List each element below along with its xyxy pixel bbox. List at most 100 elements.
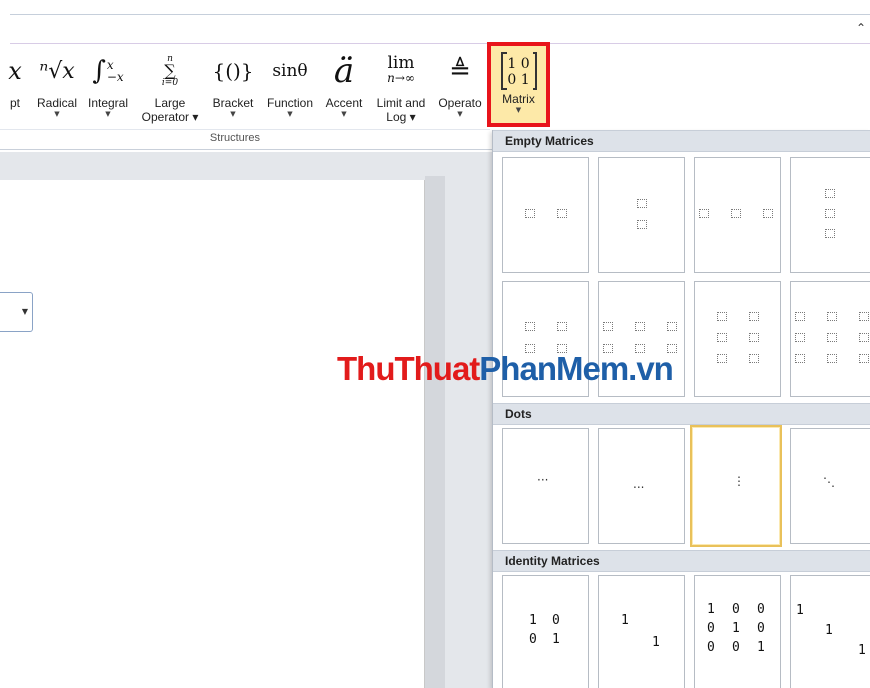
placeholder (749, 333, 759, 342)
placeholder (749, 354, 759, 363)
matrix-icon: 1 0 0 1 (500, 52, 537, 90)
operator-icon: ≜ (449, 56, 471, 86)
placeholder (637, 220, 647, 229)
watermark-part-1: ThuThuat (337, 350, 480, 387)
accent-icon: ä (333, 51, 355, 91)
integral-label: Integral (87, 96, 129, 110)
accent-label: Accent (325, 96, 363, 110)
matrix-entry: 0 (552, 613, 560, 628)
sum-icon: n ∑ i=0 (162, 46, 178, 96)
sum-lower-limit: i=0 (161, 78, 179, 88)
operator-label: Operato (438, 96, 482, 110)
matrix-entry: 1 (707, 602, 715, 617)
limit-icon: lim n→∞ (387, 46, 415, 96)
limit-log-label: Limit and (376, 96, 426, 110)
placeholder (795, 312, 805, 321)
matrix-entry: 0 (529, 632, 537, 647)
sum-sign: ∑ (164, 61, 176, 80)
matrix-entry: 0 (732, 602, 740, 617)
matrix-entry: 1 (858, 643, 866, 658)
large-operator-button[interactable]: n ∑ i=0 Large Operator ▾ (137, 46, 203, 128)
vertical-dots[interactable]: ⋮ (690, 425, 782, 547)
bracket-label: Bracket (212, 96, 254, 110)
diagonal-dots[interactable]: ⋱ (790, 428, 870, 544)
placeholder (717, 333, 727, 342)
chevron-up-icon[interactable]: ⌃ (856, 21, 866, 35)
matrix-entry: 1 (796, 603, 804, 618)
script-button[interactable]: x pt (4, 46, 26, 128)
identity-2x2-sparse[interactable]: 1 1 (598, 575, 685, 688)
matrix-gallery: Empty Matrices Dots ··· ... ⋮ ⋱ Identity… (492, 130, 870, 688)
integral-icon: ∫ x −x (92, 46, 123, 96)
function-button[interactable]: sinθ Function ▼ (262, 46, 318, 128)
matrix-3x3[interactable] (790, 281, 870, 397)
document-page[interactable] (0, 180, 425, 688)
integral-limits: x −x (106, 58, 124, 84)
placeholder (699, 209, 709, 218)
operator-button[interactable]: ≜ Operato ▼ (434, 46, 486, 128)
integral-sign: ∫ (92, 56, 106, 86)
limit-log-label-2: Log ▾ (386, 110, 416, 124)
centerline-dots-icon: ··· (537, 473, 549, 487)
placeholder (525, 209, 535, 218)
placeholder (825, 209, 835, 218)
matrix-entry: 1 (757, 640, 765, 655)
placeholder (859, 333, 869, 342)
bracket-icon: {()} (212, 59, 254, 83)
section-identity-matrices: Identity Matrices (493, 550, 870, 572)
matrix-1x3[interactable] (694, 157, 781, 273)
dropdown-arrow-icon: ▼ (54, 110, 60, 118)
matrix-entry: 0 (707, 640, 715, 655)
radical-label: Radical (36, 96, 78, 110)
placeholder (859, 354, 869, 363)
identity-3x3[interactable]: 1 0 0 0 1 0 0 0 1 (694, 575, 781, 688)
placeholder (557, 209, 567, 218)
placeholder (795, 333, 805, 342)
baseline-dots[interactable]: ... (598, 428, 685, 544)
placeholder (525, 322, 535, 331)
matrix-entry: 1 (529, 613, 537, 628)
placeholder (827, 333, 837, 342)
accent-button[interactable]: ä Accent ▼ (320, 46, 368, 128)
identity-2x2[interactable]: 1 0 0 1 (502, 575, 589, 688)
dropdown-arrow-icon: ▼ (515, 106, 522, 114)
lim-subscript: n→∞ (387, 71, 415, 85)
large-operator-label-2: Operator ▾ (141, 110, 199, 124)
placeholder (859, 312, 869, 321)
matrix-button[interactable]: 1 0 0 1 Matrix ▼ (487, 42, 550, 127)
dropdown-arrow-icon: ▼ (105, 110, 111, 118)
placeholder (637, 199, 647, 208)
limit-log-button[interactable]: lim n→∞ Limit and Log ▾ (370, 46, 432, 128)
page-gutter (425, 176, 445, 688)
matrix-3x2[interactable] (694, 281, 781, 397)
matrix-icon-row-1: 1 0 (507, 56, 530, 72)
matrix-3x1[interactable] (790, 157, 870, 273)
bracket-button[interactable]: {()} Bracket ▼ (207, 46, 259, 128)
matrix-label: Matrix (502, 92, 535, 106)
lim-text: lim (387, 53, 415, 73)
dropdown-arrow-icon: ▼ (287, 110, 293, 118)
matrix-entry: 1 (621, 613, 629, 628)
integral-button[interactable]: ∫ x −x Integral ▼ (83, 46, 133, 128)
dropdown-arrow-icon: ▼ (21, 307, 28, 316)
identity-3x3-sparse[interactable]: 1 1 1 (790, 575, 870, 688)
matrix-1x2[interactable] (502, 157, 589, 273)
placeholder (795, 354, 805, 363)
placeholder (717, 354, 727, 363)
matrix-2x1[interactable] (598, 157, 685, 273)
matrix-entry: 0 (757, 621, 765, 636)
radical-button[interactable]: ⁿ√x Radical ▼ (32, 46, 82, 128)
placeholder (763, 209, 773, 218)
watermark-part-2: PhanMem.vn (479, 350, 674, 387)
function-label: Function (266, 96, 314, 110)
vertical-dots-icon: ⋮ (733, 474, 745, 488)
equation-options-dropdown[interactable]: ▼ (0, 292, 33, 332)
centerline-dots[interactable]: ··· (502, 428, 589, 544)
section-dots: Dots (493, 403, 870, 425)
placeholder (827, 312, 837, 321)
large-operator-label: Large (154, 96, 186, 110)
matrix-entry: 1 (652, 635, 660, 650)
placeholder (717, 312, 727, 321)
dropdown-arrow-icon: ▼ (230, 110, 236, 118)
watermark: ThuThuatPhanMem.vn (337, 350, 674, 388)
